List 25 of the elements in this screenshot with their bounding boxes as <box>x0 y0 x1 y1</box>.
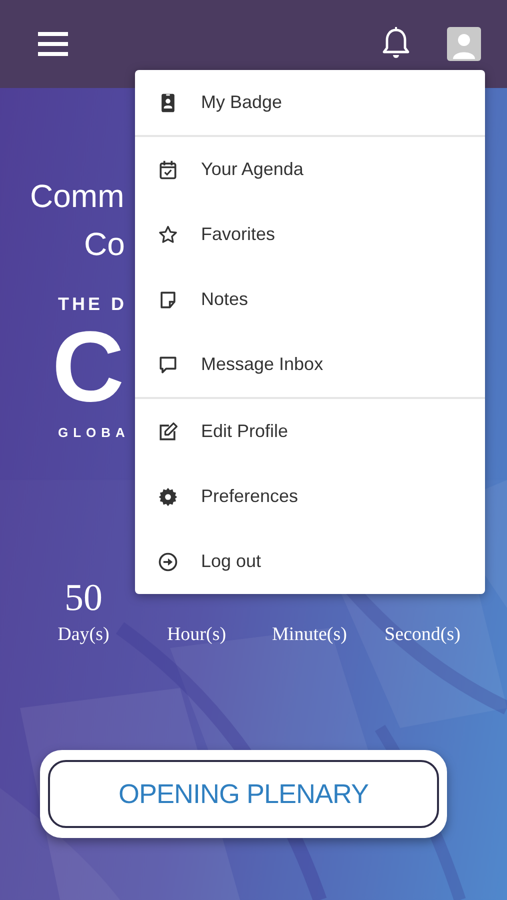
calendar-icon <box>157 158 179 180</box>
logo-text: THE D <box>57 293 127 315</box>
countdown-label: Minute(s) <box>271 624 348 646</box>
menu-item[interactable]: Preferences <box>135 464 485 529</box>
logo-text: GLOBA <box>57 424 130 440</box>
arrow-circle-icon <box>157 550 179 572</box>
menu-item[interactable]: Your Agenda <box>135 137 485 202</box>
menu-item[interactable]: Notes <box>135 267 485 332</box>
title-text: Co <box>83 225 125 264</box>
menu-item[interactable]: My Badge <box>135 70 485 135</box>
menu-item[interactable]: Message Inbox <box>135 332 485 397</box>
gear-icon <box>157 486 179 508</box>
edit-icon <box>157 420 179 442</box>
countdown-label: Hour(s) <box>166 624 228 646</box>
menu-icon[interactable] <box>38 31 68 57</box>
title-text: Comm <box>29 177 124 216</box>
logo-letter: C <box>51 317 124 417</box>
star-icon <box>157 224 179 246</box>
countdown-label: Second(s) <box>384 624 462 646</box>
countdown-label: Day(s) <box>56 624 110 646</box>
menu-item[interactable]: Edit Profile <box>135 399 485 464</box>
countdown-value: 50 <box>64 576 104 621</box>
menu-item[interactable]: Log out <box>135 529 485 594</box>
menu-item[interactable]: Favorites <box>135 202 485 267</box>
bell-icon[interactable] <box>381 27 411 61</box>
